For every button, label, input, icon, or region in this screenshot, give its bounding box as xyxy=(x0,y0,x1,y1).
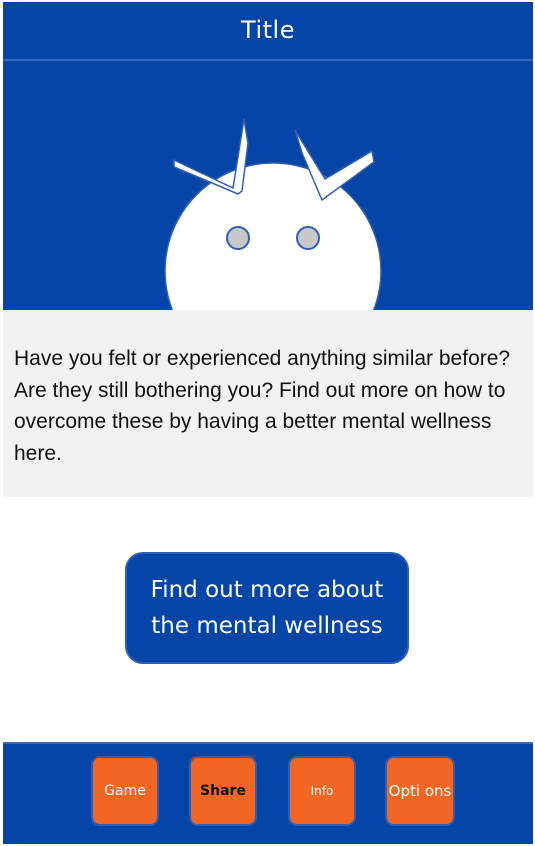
bottom-tab-bar: Game Share Info Opti ons xyxy=(3,742,533,844)
page-title: Title xyxy=(241,16,295,44)
app-header: Title xyxy=(3,2,533,61)
tab-share[interactable]: Share xyxy=(189,756,257,826)
find-out-more-button[interactable]: Find out more about the mental wellness xyxy=(125,552,409,664)
tab-game[interactable]: Game xyxy=(91,756,159,826)
message-text: Have you felt or experienced anything si… xyxy=(14,347,511,465)
tab-options[interactable]: Opti ons xyxy=(385,756,455,826)
message-card: Have you felt or experienced anything si… xyxy=(3,310,533,497)
tab-info[interactable]: Info xyxy=(288,756,356,826)
